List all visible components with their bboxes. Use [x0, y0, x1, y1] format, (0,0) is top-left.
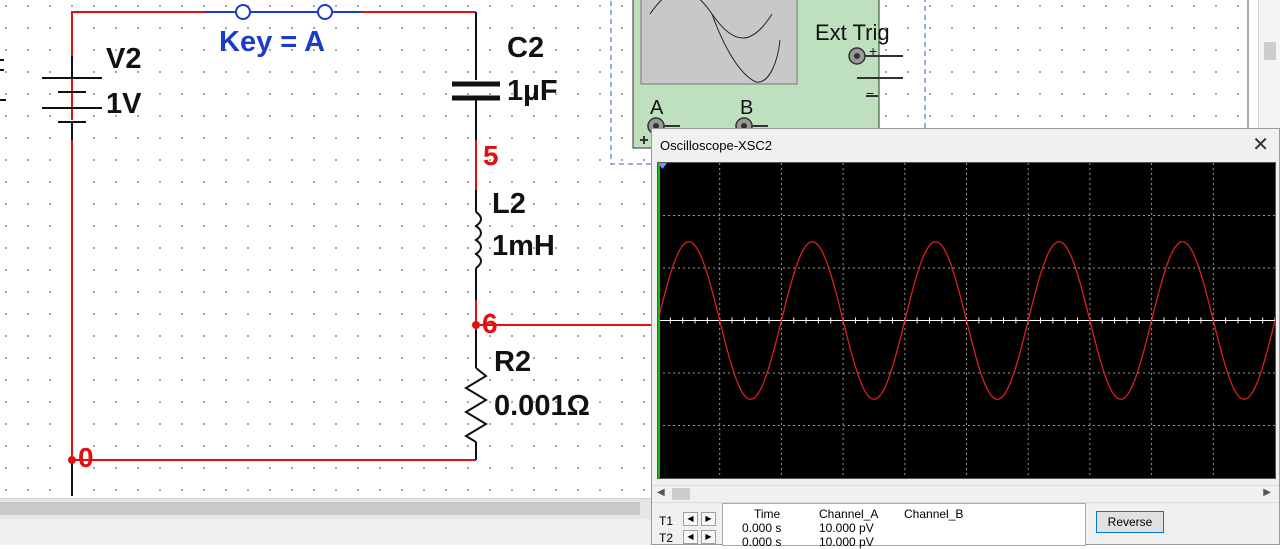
reverse-button[interactable]: Reverse — [1096, 511, 1164, 533]
ext-trig-minus-label: − — [866, 85, 875, 101]
status-strip — [0, 519, 652, 545]
node-0-label: 0 — [78, 442, 94, 473]
time-header: Time — [754, 507, 781, 521]
oscilloscope-window[interactable]: Oscilloscope-XSC2 ✕ ◀ ▶ T1 ◀ ▶ T2 ◀ ▶ Ti… — [651, 128, 1280, 549]
window-title: Oscilloscope-XSC2 — [660, 138, 772, 153]
scroll-right-icon[interactable]: ▶ — [1263, 487, 1271, 498]
channel-a-terminal-label: A — [650, 97, 664, 119]
scrollbar-thumb[interactable] — [0, 502, 640, 515]
r2-name: R2 — [494, 346, 532, 378]
channel-a-header: Channel_A — [819, 507, 879, 521]
t1-label: T1 — [659, 514, 674, 528]
l2-value: 1mH — [492, 230, 555, 262]
ext-trig-plus-label: + — [869, 43, 878, 59]
oscilloscope-display[interactable] — [657, 162, 1276, 479]
scrollbar-thumb[interactable] — [1264, 42, 1276, 60]
r2-value: 0.001Ω — [494, 390, 590, 422]
node0-junction — [68, 456, 76, 464]
t1-time-value: 0.000 s — [742, 521, 782, 535]
node-5-label: 5 — [483, 140, 499, 171]
channel-b-terminal-label: B — [740, 97, 754, 119]
t1-right-arrow-icon[interactable]: ▶ — [701, 512, 716, 526]
waveform-plot — [658, 163, 1275, 478]
v2-value: 1V — [106, 88, 142, 120]
node6-junction — [472, 321, 480, 329]
close-icon[interactable]: ✕ — [1252, 132, 1269, 158]
v2-name: V2 — [106, 43, 142, 75]
scrollbar-thumb[interactable] — [672, 488, 690, 500]
workspace-vertical-scrollbar[interactable] — [1258, 0, 1280, 128]
time-scrollbar[interactable]: ◀ ▶ — [652, 485, 1279, 503]
l2-name: L2 — [492, 188, 526, 220]
t2-left-arrow-icon[interactable]: ◀ — [683, 530, 698, 544]
scroll-left-icon[interactable]: ◀ — [657, 487, 665, 498]
channel-b-header: Channel_B — [904, 507, 964, 521]
c2-name: C2 — [507, 32, 545, 64]
t2-label: T2 — [659, 531, 674, 545]
t2-right-arrow-icon[interactable]: ▶ — [701, 530, 716, 544]
t1-left-arrow-icon[interactable]: ◀ — [683, 512, 698, 526]
c2-value: 1µF — [507, 75, 558, 107]
node-6-label: 6 — [482, 308, 498, 339]
t2-time-value: 0.000 s — [742, 535, 782, 549]
key-label: Key = A — [219, 26, 326, 58]
measurement-readout-table: Time Channel_A Channel_B 0.000 s 10.000 … — [722, 503, 1086, 549]
t1-channel-a-value: 10.000 pV — [819, 521, 874, 535]
ext-trig-label: Ext Trig — [815, 20, 890, 45]
workspace-horizontal-scrollbar[interactable] — [0, 498, 652, 519]
t2-channel-a-value: 10.000 pV — [819, 535, 874, 549]
